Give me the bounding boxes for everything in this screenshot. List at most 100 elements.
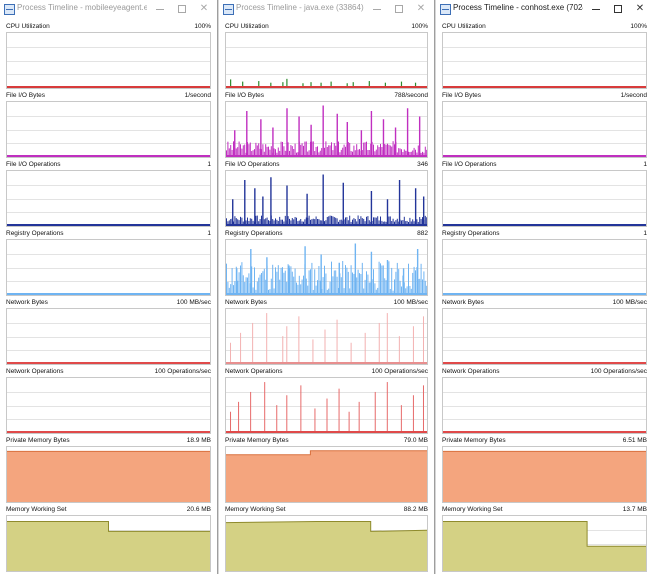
maximize-button[interactable]	[607, 2, 629, 16]
activity-bar	[251, 151, 253, 155]
activity-bar	[315, 146, 317, 155]
activity-bar	[422, 196, 425, 224]
activity-bar	[311, 262, 313, 293]
activity-bar	[241, 148, 243, 155]
activity-bar	[275, 149, 276, 155]
activity-bar	[364, 221, 366, 224]
metric-label: Private Memory Bytes	[225, 437, 289, 444]
activity-bar	[326, 216, 328, 224]
activity-bar	[296, 217, 297, 224]
activity-bar	[331, 142, 332, 155]
activity-bar	[392, 141, 394, 155]
activity-bar	[354, 150, 356, 155]
title-bar[interactable]: Process Timeline - conhost.exe (70244) ✕	[436, 0, 652, 18]
activity-bar	[382, 221, 384, 224]
activity-bar	[417, 145, 419, 155]
activity-bar	[349, 288, 351, 293]
activity-bar	[268, 289, 269, 293]
baseline	[7, 431, 210, 433]
maximize-button[interactable]	[388, 2, 410, 16]
close-button[interactable]: ✕	[193, 2, 215, 16]
close-button[interactable]: ✕	[629, 2, 651, 16]
activity-bar	[233, 285, 234, 293]
baseline	[7, 362, 210, 364]
activity-bar	[375, 149, 377, 155]
activity-bar	[398, 180, 401, 224]
activity-bar	[291, 271, 293, 293]
activity-bar	[269, 149, 271, 155]
activity-bar	[318, 266, 320, 293]
panel-private-memory-bytes: Private Memory Bytes 6.51 MB	[442, 437, 647, 503]
activity-bar	[352, 82, 354, 86]
graph-canvas	[226, 47, 427, 88]
activity-bar	[319, 220, 321, 224]
activity-bar	[346, 217, 348, 224]
activity-bar	[272, 264, 274, 293]
activity-bar	[398, 269, 400, 293]
activity-bar	[260, 119, 262, 155]
title-bar[interactable]: Process Timeline - java.exe (33864) ✕	[219, 0, 434, 18]
activity-bar	[413, 147, 415, 155]
activity-bar	[384, 82, 386, 86]
activity-bar	[310, 124, 312, 155]
activity-bar	[244, 144, 246, 155]
baseline	[443, 86, 646, 88]
activity-bar	[321, 220, 323, 224]
activity-bar	[395, 220, 397, 224]
activity-bar	[389, 288, 391, 293]
metric-scale-value: 1	[207, 161, 211, 168]
graph-canvas	[443, 521, 646, 571]
graph-canvas	[226, 382, 427, 433]
graph-network-operations	[6, 377, 211, 434]
activity-bar	[288, 265, 290, 293]
activity-bar	[282, 336, 284, 362]
activity-bar	[245, 277, 247, 293]
metric-label: Network Operations	[6, 368, 64, 375]
activity-bar	[226, 218, 227, 224]
activity-bar	[234, 281, 236, 293]
activity-bar	[356, 221, 358, 224]
panel-cpu-utilization: CPU Utilization 100%	[6, 23, 211, 89]
minimize-button[interactable]	[149, 2, 171, 16]
activity-bar	[368, 81, 370, 86]
activity-bar	[373, 269, 374, 293]
activity-bar	[381, 265, 383, 293]
activity-bar	[230, 411, 232, 431]
metric-label: Registry Operations	[6, 230, 64, 237]
activity-bar	[412, 219, 414, 224]
metric-label: CPU Utilization	[6, 23, 50, 30]
activity-bar	[256, 145, 258, 155]
activity-bar	[237, 147, 239, 155]
activity-bar	[426, 217, 427, 224]
activity-bar	[248, 273, 250, 293]
graph-canvas	[443, 323, 646, 364]
activity-bar	[249, 218, 251, 224]
activity-bar	[339, 152, 341, 155]
activity-bar	[258, 143, 260, 155]
panel-memory-working-set: Memory Working Set 13.7 MB	[442, 506, 647, 572]
metric-scale-value: 788/second	[394, 92, 428, 99]
close-button[interactable]: ✕	[410, 2, 432, 16]
metric-label: File I/O Operations	[6, 161, 61, 168]
minimize-button[interactable]	[585, 2, 607, 16]
activity-bar	[324, 265, 325, 293]
activity-bar	[402, 268, 405, 293]
activity-bar	[266, 217, 268, 224]
activity-bar	[227, 281, 229, 293]
title-bar[interactable]: Process Timeline - mobileeyeagent.exe...…	[0, 0, 217, 18]
activity-bar	[241, 217, 243, 224]
activity-bar	[384, 278, 386, 293]
minimize-button[interactable]	[366, 2, 388, 16]
metric-scale-value: 100 MB/sec	[176, 299, 211, 306]
activity-bar	[322, 277, 324, 293]
graph-canvas	[7, 392, 210, 433]
activity-bar	[340, 149, 342, 155]
activity-bar	[227, 141, 229, 155]
activity-bar	[303, 221, 304, 224]
maximize-button[interactable]	[171, 2, 193, 16]
activity-bar	[384, 221, 386, 224]
activity-bar	[363, 142, 365, 155]
metric-label: Network Bytes	[225, 299, 267, 306]
activity-bar	[332, 276, 334, 293]
graph-canvas	[226, 105, 427, 157]
